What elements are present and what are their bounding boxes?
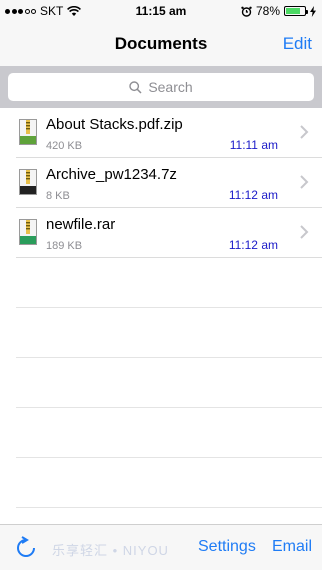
battery-percent: 78% — [255, 4, 280, 18]
status-right: 78% — [241, 4, 316, 18]
page-title: Documents — [114, 34, 208, 53]
file-row[interactable]: newfile.rar 189 KB 11:12 am — [16, 208, 322, 258]
file-size: 420 KB — [46, 140, 83, 152]
file-name: About Stacks.pdf.zip — [46, 116, 183, 133]
file-time: 11:12 am — [228, 188, 278, 202]
search-bar: Search — [0, 66, 322, 108]
file-size: 189 KB — [46, 240, 83, 252]
empty-list-row — [16, 308, 322, 358]
status-bar: SKT 11:15 am 78% — [0, 0, 322, 22]
file-time: 11:12 am — [228, 238, 278, 252]
chevron-right-icon — [300, 225, 309, 239]
file-size: 8 KB — [46, 190, 70, 202]
file-time: 11:11 am — [229, 138, 278, 152]
search-icon — [129, 80, 142, 94]
chevron-right-icon — [300, 125, 309, 139]
file-row[interactable]: About Stacks.pdf.zip 420 KB 11:11 am — [16, 108, 322, 158]
battery-level — [286, 8, 301, 14]
file-name: Archive_pw1234.7z — [46, 166, 177, 183]
empty-list-row — [16, 458, 322, 508]
battery-icon — [284, 6, 308, 16]
edit-button[interactable]: Edit — [283, 34, 312, 54]
settings-button[interactable]: Settings — [198, 538, 256, 556]
archive-file-icon — [19, 119, 37, 145]
search-input[interactable]: Search — [8, 73, 314, 101]
bottom-toolbar: 乐享轻汇 • NIYOU Settings Email — [0, 524, 322, 570]
empty-list-row — [16, 258, 322, 308]
file-list: About Stacks.pdf.zip 420 KB 11:11 am Archiv… — [0, 108, 322, 508]
navigation-bar: Documents Edit — [0, 22, 322, 66]
chevron-right-icon — [300, 175, 309, 189]
search-placeholder: Search — [148, 79, 193, 95]
refresh-icon[interactable] — [14, 536, 38, 560]
charging-icon — [310, 5, 316, 17]
email-button[interactable]: Email — [272, 538, 312, 556]
archive-file-icon — [19, 169, 37, 195]
alarm-icon — [241, 6, 252, 17]
file-row[interactable]: Archive_pw1234.7z 8 KB 11:12 am — [16, 158, 322, 208]
empty-list-row — [16, 408, 322, 458]
empty-list-row — [16, 358, 322, 408]
archive-file-icon — [19, 219, 37, 245]
watermark-text: 乐享轻汇 • NIYOU — [52, 543, 169, 558]
file-name: newfile.rar — [46, 216, 116, 233]
